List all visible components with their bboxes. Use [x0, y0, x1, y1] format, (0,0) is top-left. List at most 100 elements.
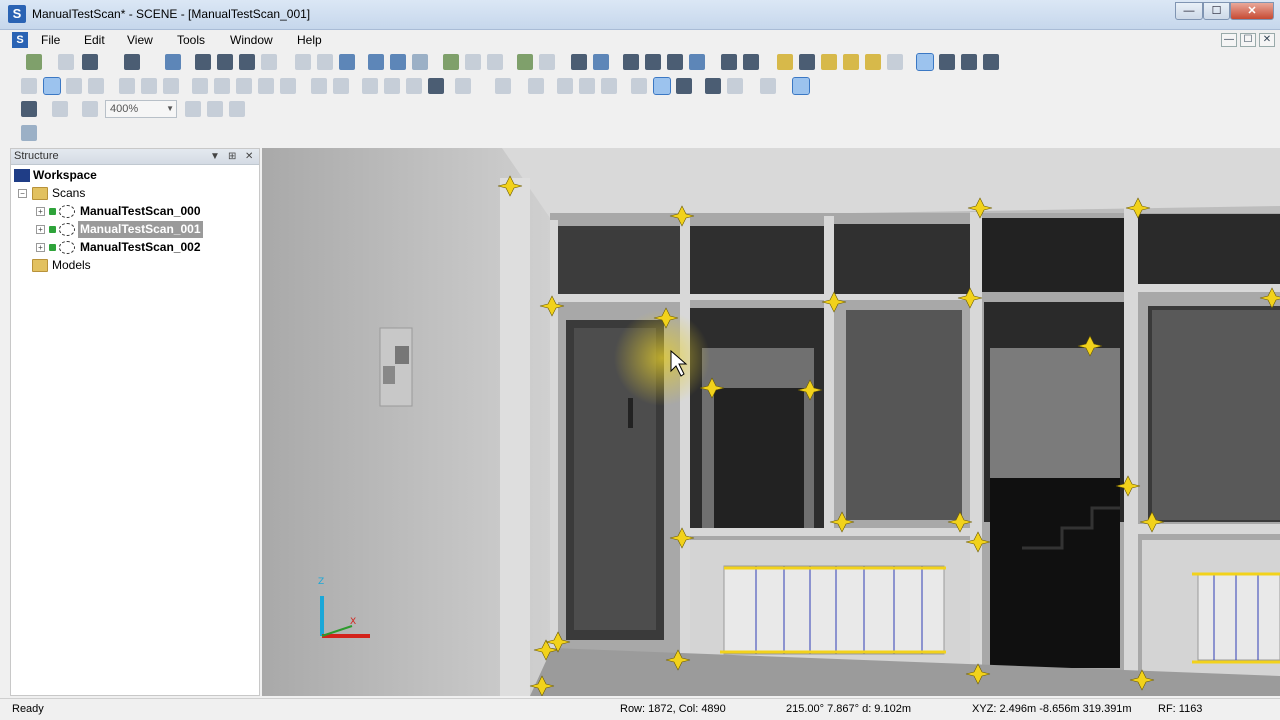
zoom-out-icon[interactable] — [207, 101, 223, 117]
collapse-icon[interactable]: − — [18, 189, 27, 198]
target-icon[interactable] — [623, 54, 639, 70]
fly-icon[interactable] — [88, 78, 104, 94]
window-tile-2-icon[interactable] — [983, 54, 999, 70]
align-icon[interactable] — [119, 78, 135, 94]
align-3-icon[interactable] — [163, 78, 179, 94]
mdi-restore-button[interactable]: ☐ — [1240, 33, 1256, 47]
clip-icon[interactable] — [362, 78, 378, 94]
line-icon[interactable] — [799, 54, 815, 70]
new-icon[interactable] — [26, 54, 42, 70]
clip-2-icon[interactable] — [384, 78, 400, 94]
grid-icon[interactable] — [495, 78, 511, 94]
maximize-button[interactable]: ☐ — [1203, 2, 1230, 20]
panel-menu-icon[interactable]: ▼ — [210, 149, 220, 164]
import-icon[interactable] — [339, 54, 355, 70]
walk-icon[interactable] — [66, 78, 82, 94]
correspondence-icon[interactable] — [571, 54, 587, 70]
cube-back-icon[interactable] — [214, 78, 230, 94]
3d-view-icon[interactable] — [217, 54, 233, 70]
camera-icon[interactable] — [428, 78, 444, 94]
page-icon[interactable] — [229, 101, 245, 117]
expand-icon[interactable]: + — [36, 243, 45, 252]
home-icon[interactable] — [239, 54, 255, 70]
document-menu-icon[interactable]: S — [12, 32, 28, 48]
scissors-icon[interactable] — [21, 101, 37, 117]
zoom-level-select[interactable]: 400% ▼ — [105, 100, 177, 118]
points-dense-icon[interactable] — [676, 78, 692, 94]
menu-help[interactable]: Help — [297, 33, 322, 47]
clip-3-icon[interactable] — [406, 78, 422, 94]
zoom-in-icon[interactable] — [185, 101, 201, 117]
mdi-close-button[interactable]: ✕ — [1259, 33, 1275, 47]
layer-icon[interactable] — [455, 78, 471, 94]
scan-viewport[interactable]: Z X — [262, 148, 1280, 696]
navigate-icon[interactable] — [21, 78, 37, 94]
minimize-button[interactable]: — — [1175, 2, 1203, 20]
scan-image-icon[interactable] — [21, 125, 37, 141]
table-icon[interactable] — [528, 78, 544, 94]
print-icon[interactable] — [124, 54, 140, 70]
cloud-icon[interactable] — [443, 54, 459, 70]
globe-icon[interactable] — [43, 77, 61, 95]
cube-front-icon[interactable] — [192, 78, 208, 94]
cube-iso-icon[interactable] — [280, 78, 296, 94]
box-icon[interactable] — [760, 78, 776, 94]
view-scan-icon[interactable] — [195, 54, 211, 70]
copy-icon[interactable] — [295, 54, 311, 70]
expand-icon[interactable]: + — [36, 207, 45, 216]
cube-top-icon[interactable] — [258, 78, 274, 94]
list-2-icon[interactable] — [743, 54, 759, 70]
window-tile-icon[interactable] — [961, 54, 977, 70]
target-3-icon[interactable] — [667, 54, 683, 70]
menu-edit[interactable]: Edit — [84, 33, 105, 47]
register-icon[interactable] — [412, 54, 428, 70]
open-icon[interactable] — [58, 54, 74, 70]
list-icon[interactable] — [721, 54, 737, 70]
matrix-2-icon[interactable] — [727, 78, 743, 94]
edit-properties-icon[interactable] — [390, 54, 406, 70]
window-pane — [846, 310, 962, 520]
help-icon[interactable] — [165, 54, 181, 70]
mdi-minimize-button[interactable]: — — [1221, 33, 1237, 47]
structure-panel: Structure ▼ ⊞ ✕ Workspace − Scans + Manu… — [10, 148, 260, 696]
measure-icon[interactable] — [557, 78, 573, 94]
align-2-icon[interactable] — [141, 78, 157, 94]
circle-icon[interactable] — [843, 54, 859, 70]
rectangle-select-icon[interactable] — [777, 54, 793, 70]
close-button[interactable]: ✕ — [1230, 2, 1274, 20]
check-icon[interactable] — [601, 78, 617, 94]
cloud-3-icon[interactable] — [487, 54, 503, 70]
pin-icon[interactable]: ⊞ — [228, 149, 236, 164]
window-cascade-icon[interactable] — [939, 54, 955, 70]
menu-tools[interactable]: Tools — [177, 33, 205, 47]
menu-file[interactable]: File — [41, 33, 60, 47]
cube-side-icon[interactable] — [236, 78, 252, 94]
cloud-2-icon[interactable] — [465, 54, 481, 70]
pick-icon[interactable] — [593, 54, 609, 70]
zoom-fit-icon[interactable] — [311, 78, 327, 94]
panel-close-icon[interactable]: ✕ — [245, 149, 253, 164]
expand-icon[interactable]: + — [36, 225, 45, 234]
menu-view[interactable]: View — [127, 33, 153, 47]
corner-icon[interactable] — [887, 54, 903, 70]
points-icon[interactable] — [631, 78, 647, 94]
save-icon[interactable] — [82, 54, 98, 70]
view-disabled-icon[interactable] — [261, 54, 277, 70]
measure-2-icon[interactable] — [579, 78, 595, 94]
polygon-icon[interactable] — [821, 54, 837, 70]
image-2-icon[interactable] — [539, 54, 555, 70]
window-single-icon[interactable] — [916, 53, 934, 71]
frame-icon[interactable] — [82, 101, 98, 117]
points-grid-icon[interactable] — [653, 77, 671, 95]
matrix-icon[interactable] — [705, 78, 721, 94]
image-icon[interactable] — [517, 54, 533, 70]
target-2-icon[interactable] — [645, 54, 661, 70]
properties-icon[interactable] — [368, 54, 384, 70]
target-4-icon[interactable] — [689, 54, 705, 70]
orbit-icon[interactable] — [333, 78, 349, 94]
menu-window[interactable]: Window — [230, 33, 273, 47]
undo-icon[interactable] — [317, 54, 333, 70]
ellipse-icon[interactable] — [865, 54, 881, 70]
eraser-icon[interactable] — [52, 101, 68, 117]
clipping-box-icon[interactable] — [792, 77, 810, 95]
